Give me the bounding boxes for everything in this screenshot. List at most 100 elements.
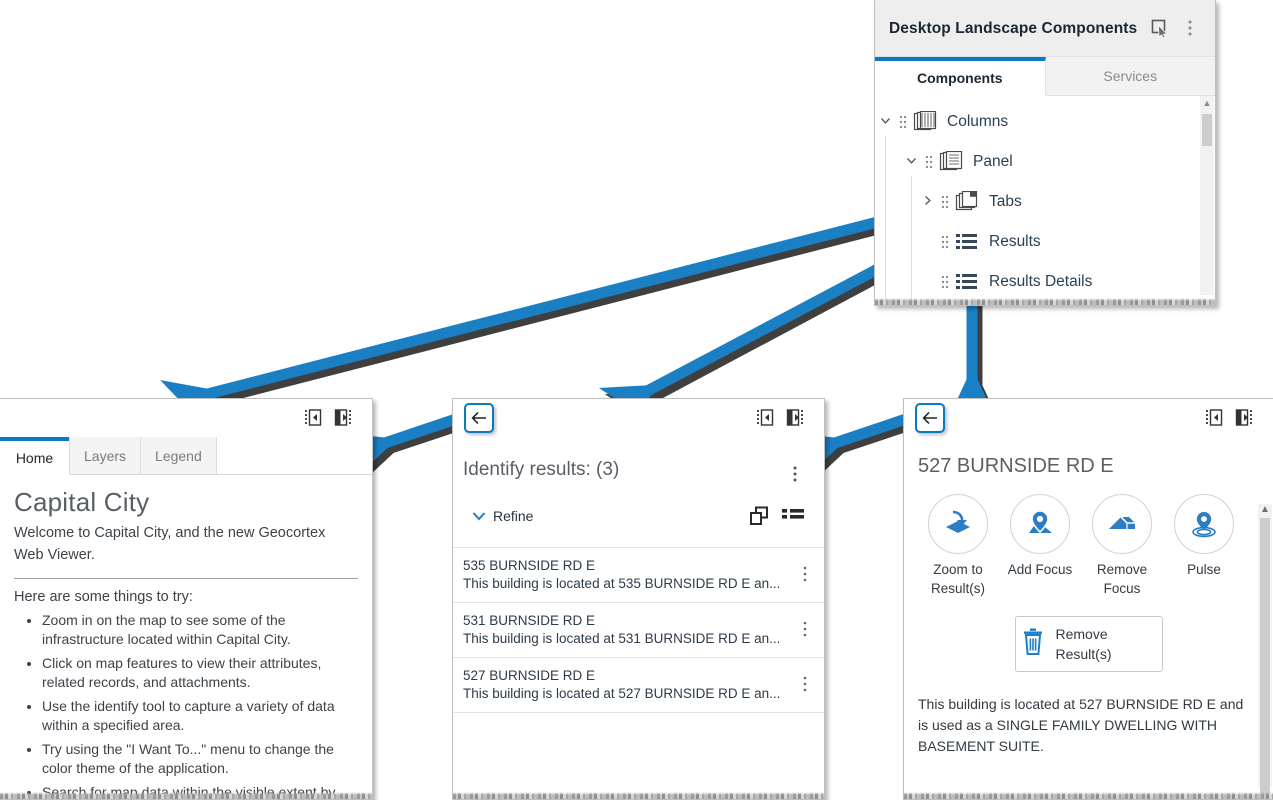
list-item: Try using the "I Want To..." menu to cha… xyxy=(42,740,358,778)
back-button[interactable] xyxy=(464,403,494,433)
list-item: Click on map features to view their attr… xyxy=(42,654,358,692)
dock-left-icon[interactable] xyxy=(1199,403,1229,433)
tree-item-results[interactable]: Results xyxy=(875,222,1215,262)
tab-legend[interactable]: Legend xyxy=(140,437,217,474)
tab-components-label: Components xyxy=(916,70,1003,86)
refine-toggle[interactable]: Refine xyxy=(471,508,533,524)
more-vertical-icon[interactable] xyxy=(792,667,818,693)
details-description: This building is located at 527 BURNSIDE… xyxy=(918,696,1244,754)
tree-item-columns[interactable]: Columns xyxy=(875,102,1215,142)
tree-item-tabs[interactable]: Tabs xyxy=(875,182,1215,222)
tab-components[interactable]: Components xyxy=(875,57,1046,96)
chevron-down-icon[interactable] xyxy=(901,154,921,170)
result-item-description: This building is located at 535 BURNSIDE… xyxy=(463,576,781,591)
drag-handle-icon[interactable] xyxy=(895,114,911,130)
more-vertical-icon[interactable] xyxy=(792,557,818,583)
arrow-left-icon xyxy=(922,411,937,425)
remove-results-button[interactable]: Remove Result(s) xyxy=(1014,616,1163,672)
subheading: Here are some things to try: xyxy=(14,589,193,605)
details-panel-header xyxy=(904,399,1273,437)
home-panel-body: Capital City Welcome to Capital City, an… xyxy=(0,475,372,799)
scrollbar-thumb[interactable] xyxy=(1202,114,1212,146)
result-details-panel: 527 BURNSIDE RD E Zoom to Result(s) Add … xyxy=(903,398,1273,800)
details-title: 527 BURNSIDE RD E xyxy=(918,455,1114,477)
action-label: Add Focus xyxy=(1007,562,1073,577)
tips-list: Zoom in on the map to see some of the in… xyxy=(14,611,358,799)
chevron-down-icon xyxy=(472,512,486,521)
more-vertical-icon[interactable] xyxy=(792,612,818,638)
panel-icon xyxy=(937,151,965,173)
list-item: Zoom in on the map to see some of the in… xyxy=(42,611,358,649)
page-title: Capital City xyxy=(14,487,150,517)
tree-item-results-details[interactable]: Results Details xyxy=(875,262,1215,302)
drag-handle-icon[interactable] xyxy=(937,234,953,250)
scrollbar-thumb[interactable] xyxy=(1260,518,1270,799)
result-item[interactable]: 527 BURNSIDE RD E This building is locat… xyxy=(453,658,824,713)
remove-focus-icon xyxy=(1092,494,1152,554)
dock-left-icon[interactable] xyxy=(750,403,780,433)
tab-legend-label: Legend xyxy=(155,447,202,464)
drag-handle-icon[interactable] xyxy=(937,274,953,290)
tab-services[interactable]: Services xyxy=(1045,57,1215,95)
action-remove-focus[interactable]: Remove Focus xyxy=(1082,494,1162,598)
tree-item-tabs-label: Tabs xyxy=(989,193,1022,210)
result-actions: Zoom to Result(s) Add Focus Remove Focus… xyxy=(904,478,1273,598)
dock-left-icon[interactable] xyxy=(298,403,328,433)
results-title-row: Identify results: (3) xyxy=(453,437,824,489)
chevron-down-icon[interactable] xyxy=(875,114,895,130)
components-window-tabs: Components Services xyxy=(875,57,1215,96)
action-add-focus[interactable]: Add Focus xyxy=(1000,494,1080,598)
drag-handle-icon[interactable] xyxy=(937,194,953,210)
arrow-details-panel-to-results-panel xyxy=(786,412,911,481)
tree-item-panel[interactable]: Panel xyxy=(875,142,1215,182)
scroll-up-icon[interactable]: ▲ xyxy=(1258,504,1272,515)
select-element-icon[interactable] xyxy=(1145,13,1175,43)
components-window-header: Desktop Landscape Components xyxy=(875,0,1215,57)
details-scrollbar[interactable]: ▲ xyxy=(1258,504,1272,799)
dock-right-icon[interactable] xyxy=(780,403,810,433)
tree-item-results-label: Results xyxy=(989,233,1041,250)
tree-item-columns-label: Columns xyxy=(947,113,1009,130)
add-focus-icon xyxy=(1010,494,1070,554)
chevron-right-icon[interactable] xyxy=(917,194,937,210)
zoom-to-result-icon xyxy=(928,494,988,554)
action-zoom-to-results[interactable]: Zoom to Result(s) xyxy=(918,494,998,598)
welcome-text: Welcome to Capital City, and the new Geo… xyxy=(14,525,326,563)
result-item[interactable]: 535 BURNSIDE RD E This building is locat… xyxy=(453,548,824,603)
refine-row: Refine xyxy=(453,489,824,531)
result-item-title: 535 BURNSIDE RD E xyxy=(463,558,596,573)
arrow-tabs-to-home-panel xyxy=(160,200,942,430)
action-label: Zoom to Result(s) xyxy=(930,562,985,596)
home-panel-tabs: Home Layers Legend xyxy=(0,437,372,475)
results-panel-header xyxy=(453,399,824,437)
drag-handle-icon[interactable] xyxy=(921,154,937,170)
action-pulse[interactable]: Pulse xyxy=(1164,494,1244,598)
action-label: Pulse xyxy=(1187,562,1221,577)
dock-right-icon[interactable] xyxy=(328,403,358,433)
back-button[interactable] xyxy=(915,403,945,433)
pulse-icon xyxy=(1174,494,1234,554)
result-item-title: 527 BURNSIDE RD E xyxy=(463,668,596,683)
tab-home[interactable]: Home xyxy=(0,437,70,475)
tab-services-label: Services xyxy=(1103,68,1158,84)
tab-layers[interactable]: Layers xyxy=(69,437,142,474)
scroll-up-icon[interactable]: ▲ xyxy=(1200,98,1214,108)
result-item-title: 531 BURNSIDE RD E xyxy=(463,613,596,628)
components-tree-scrollbar[interactable]: ▲ xyxy=(1200,96,1214,295)
more-vertical-icon[interactable] xyxy=(780,459,810,489)
result-item[interactable]: 531 BURNSIDE RD E This building is locat… xyxy=(453,603,824,658)
dock-right-icon[interactable] xyxy=(1229,403,1259,433)
results-title: Identify results: (3) xyxy=(463,459,620,480)
tab-home-label: Home xyxy=(15,449,54,466)
results-list: 535 BURNSIDE RD E This building is locat… xyxy=(453,547,824,713)
home-panel: Home Layers Legend Capital City Welcome … xyxy=(0,398,373,800)
remove-results-button-label: Remove Result(s) xyxy=(1055,626,1112,662)
components-window-title: Desktop Landscape Components xyxy=(889,19,1138,37)
list-view-icon[interactable] xyxy=(776,501,810,531)
action-label: Remove Focus xyxy=(1096,562,1148,596)
more-vertical-icon[interactable] xyxy=(1175,13,1205,43)
copy-icon[interactable] xyxy=(742,501,776,531)
tree-item-results-details-label: Results Details xyxy=(989,273,1093,290)
list-icon xyxy=(953,233,981,251)
list-icon xyxy=(953,273,981,291)
